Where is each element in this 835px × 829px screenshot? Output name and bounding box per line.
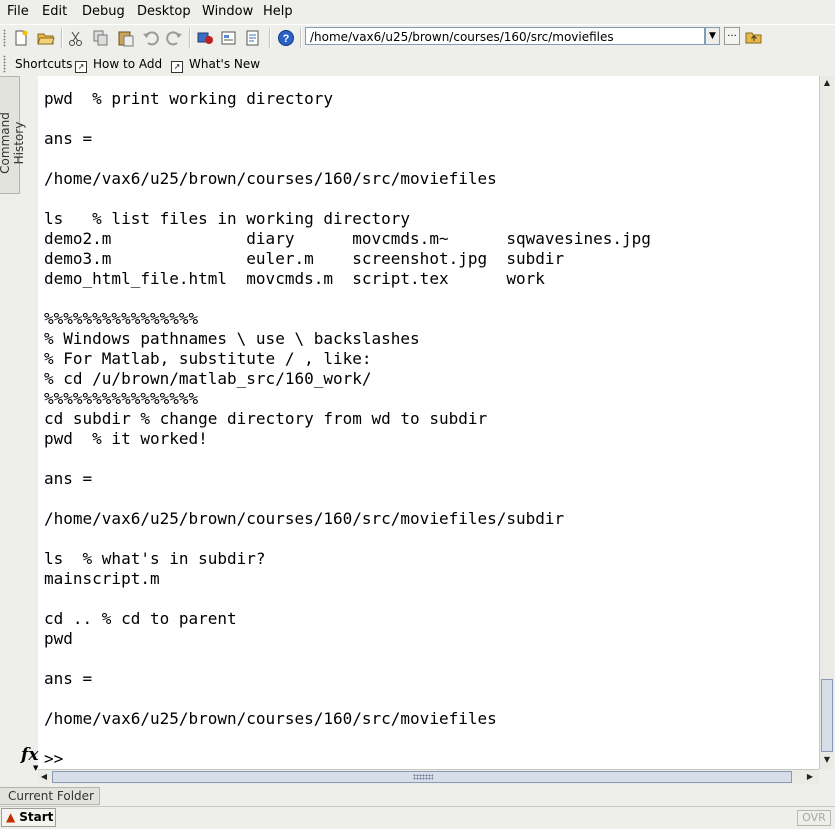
output-line: ans =: [44, 129, 93, 148]
scroll-right-icon[interactable]: ▶: [804, 770, 816, 784]
output-line: pwd % it worked!: [44, 429, 208, 448]
output-line: pwd: [44, 629, 73, 648]
command-prompt[interactable]: >>: [44, 749, 63, 769]
output-line: /home/vax6/u25/brown/courses/160/src/mov…: [44, 709, 497, 728]
how-to-add-label: How to Add: [93, 57, 163, 71]
profiler-icon[interactable]: [244, 29, 262, 47]
simulink-icon[interactable]: [196, 29, 214, 47]
shortcuts-grip[interactable]: [3, 55, 6, 73]
output-line: mainscript.m: [44, 569, 160, 588]
menu-help[interactable]: Help: [263, 4, 293, 19]
output-line: ls % list files in working directory: [44, 209, 411, 228]
help-icon[interactable]: ?: [277, 29, 295, 47]
open-folder-icon[interactable]: [37, 29, 55, 47]
output-line: pwd % print working directory: [44, 89, 333, 108]
scroll-down-icon[interactable]: ▼: [820, 753, 834, 767]
output-line: ls % what's in subdir?: [44, 549, 266, 568]
browse-folder-button[interactable]: ...: [724, 27, 740, 45]
menu-bar: File Edit Debug Desktop Window Help: [0, 0, 835, 24]
output-line: %%%%%%%%%%%%%%%%: [44, 309, 199, 328]
output-line: ans =: [44, 469, 93, 488]
overwrite-indicator: OVR: [797, 810, 831, 826]
vertical-scrollbar[interactable]: ▲ ▼: [819, 76, 834, 769]
menu-file[interactable]: File: [7, 4, 29, 19]
parent-folder-icon[interactable]: [745, 28, 763, 46]
output-line: demo3.m euler.m screenshot.jpg subdir: [44, 249, 565, 268]
output-line: /home/vax6/u25/brown/courses/160/src/mov…: [44, 509, 565, 528]
output-line: demo_html_file.html movcmds.m script.tex…: [44, 269, 545, 288]
current-directory-input[interactable]: /home/vax6/u25/brown/courses/160/src/mov…: [305, 27, 705, 45]
status-bar: ▲ Start OVR: [0, 806, 835, 829]
new-file-icon[interactable]: [12, 29, 30, 47]
menu-window[interactable]: Window: [202, 4, 253, 19]
command-history-tab[interactable]: Command History: [0, 76, 26, 194]
command-history-label: Command History: [0, 112, 26, 174]
scroll-up-icon[interactable]: ▲: [820, 76, 834, 90]
menu-debug[interactable]: Debug: [82, 4, 125, 19]
horizontal-scroll-thumb[interactable]: [52, 771, 792, 783]
matlab-logo-icon: ▲: [6, 810, 16, 824]
horizontal-scrollbar[interactable]: ◀ ▶: [38, 769, 819, 784]
output-line: % For Matlab, substitute / , like:: [44, 349, 372, 368]
command-window[interactable]: pwd % print working directory ans = /home/…: [38, 76, 819, 769]
paste-icon[interactable]: [117, 29, 135, 47]
output-line: /home/vax6/u25/brown/courses/160/src/mov…: [44, 169, 497, 188]
scroll-left-icon[interactable]: ◀: [38, 770, 50, 784]
output-line: cd .. % cd to parent: [44, 609, 237, 628]
shortcuts-label[interactable]: Shortcuts: [15, 57, 72, 71]
output-line: ans =: [44, 669, 93, 688]
shortcut-icon: ↗: [171, 61, 183, 73]
output-line: demo2.m diary movcmds.m~ sqwavesines.jpg: [44, 229, 651, 248]
vertical-scroll-thumb[interactable]: [821, 679, 833, 752]
whats-new-label: What's New: [189, 57, 261, 71]
shortcut-icon: ↗: [75, 61, 87, 73]
menu-desktop[interactable]: Desktop: [137, 4, 191, 19]
start-label: Start: [19, 810, 54, 824]
output-line: %%%%%%%%%%%%%%%%: [44, 389, 199, 408]
output-line: % cd /u/brown/matlab_src/160_work/: [44, 369, 372, 388]
whats-new-link[interactable]: ↗ What's New: [171, 57, 260, 73]
start-button[interactable]: ▲ Start: [1, 808, 56, 827]
guide-icon[interactable]: [220, 29, 238, 47]
function-browser-icon[interactable]: fx: [21, 745, 38, 765]
copy-icon[interactable]: [92, 29, 110, 47]
how-to-add-link[interactable]: ↗ How to Add: [75, 57, 162, 73]
undo-icon[interactable]: [142, 29, 160, 47]
toolbar-grip[interactable]: [3, 29, 6, 47]
redo-icon[interactable]: [165, 29, 183, 47]
svg-text:?: ?: [283, 33, 290, 45]
output-line: cd subdir % change directory from wd to …: [44, 409, 488, 428]
shortcuts-toolbar: Shortcuts ↗ How to Add ↗ What's New: [0, 52, 835, 76]
current-folder-tab[interactable]: Current Folder: [0, 787, 100, 805]
chevron-down-icon[interactable]: ▼: [705, 27, 720, 45]
cut-icon[interactable]: [67, 29, 85, 47]
menu-edit[interactable]: Edit: [42, 4, 67, 19]
output-line: % Windows pathnames \ use \ backslashes: [44, 329, 420, 348]
